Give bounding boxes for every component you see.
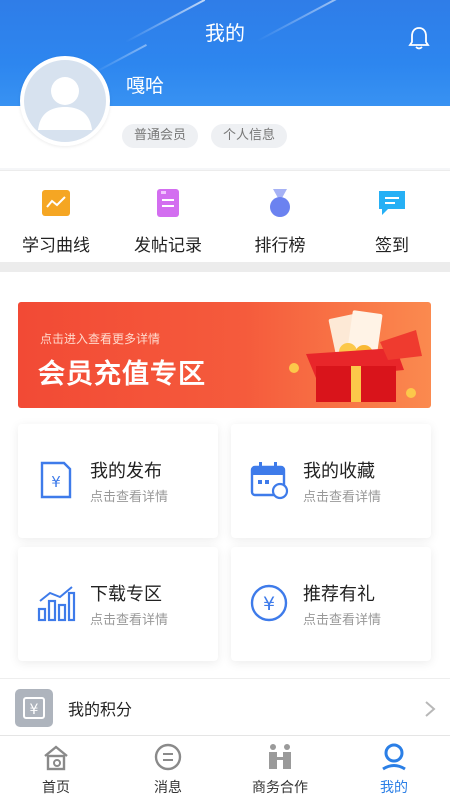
quick-menu: 学习曲线 发帖记录 排行榜 签到	[0, 170, 450, 262]
yuan-box-icon: ¥	[15, 689, 53, 727]
bottom-tab-bar: 首页 消息 商务合作 我的	[0, 735, 450, 800]
avatar[interactable]	[20, 56, 110, 146]
section-divider	[0, 262, 450, 272]
bell-icon[interactable]	[408, 26, 430, 50]
chat-checkin-icon	[379, 191, 405, 215]
my-points-row[interactable]: ¥ 我的积分	[0, 678, 450, 735]
message-icon	[154, 743, 182, 771]
member-level-badge[interactable]: 普通会员	[122, 124, 199, 148]
default-avatar-icon	[38, 77, 92, 130]
banner-subtitle: 点击进入查看更多详情	[40, 332, 161, 346]
svg-text:¥: ¥	[30, 702, 39, 718]
card-download-zone[interactable]: 下载专区 点击查看详情	[18, 547, 218, 661]
tab-mine[interactable]: 我的	[338, 736, 450, 800]
svg-text:¥: ¥	[51, 473, 61, 491]
post-record-icon	[157, 189, 179, 217]
medal-icon	[270, 189, 290, 217]
publish-doc-icon: ¥	[40, 461, 72, 499]
my-points-label: 我的积分	[68, 700, 133, 719]
svg-text:¥: ¥	[263, 593, 275, 615]
card-my-favorites[interactable]: 我的收藏 点击查看详情	[231, 424, 431, 538]
chevron-right-icon	[425, 701, 436, 717]
username: 嘎哈	[126, 75, 165, 97]
quick-item-learning-curve[interactable]: 学习曲线	[0, 187, 112, 256]
tab-business[interactable]: 商务合作	[224, 736, 336, 800]
home-icon	[44, 745, 68, 771]
quick-item-post-record[interactable]: 发帖记录	[112, 187, 224, 256]
cooperation-icon	[269, 744, 291, 769]
yuan-circle-icon: ¥	[250, 584, 288, 622]
quick-item-checkin[interactable]: 签到	[336, 187, 448, 256]
chart-icon	[42, 190, 70, 216]
tab-home[interactable]: 首页	[0, 736, 112, 800]
page-title: 我的	[205, 21, 245, 45]
vip-recharge-banner[interactable]: 点击进入查看更多详情 会员充值专区	[18, 302, 431, 408]
calendar-icon	[250, 462, 289, 500]
personal-info-button[interactable]: 个人信息	[211, 124, 288, 148]
quick-item-leaderboard[interactable]: 排行榜	[224, 187, 336, 256]
bar-chart-icon	[37, 586, 76, 622]
banner-title: 会员充值专区	[38, 359, 206, 390]
card-referral-reward[interactable]: ¥ 推荐有礼 点击查看详情	[231, 547, 431, 661]
card-my-posts[interactable]: ¥ 我的发布 点击查看详情	[18, 424, 218, 538]
gift-box-icon	[289, 310, 422, 402]
tab-messages[interactable]: 消息	[112, 736, 224, 800]
user-pin-icon	[382, 743, 406, 771]
